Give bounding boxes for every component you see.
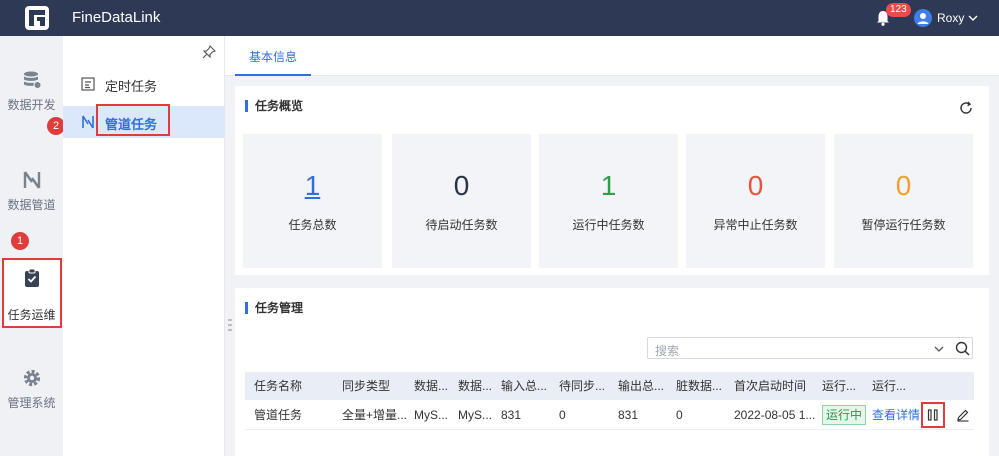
nav-item-label: 管理系统	[7, 396, 56, 410]
run-status-cell: 运行中	[822, 400, 868, 430]
secondary-nav: 定时任务 管道任务	[63, 36, 225, 456]
column-header: 运行...	[872, 379, 907, 393]
user-name[interactable]: Roxy	[937, 11, 964, 25]
table-header: 任务名称 同步类型 数据... 数据... 输入总... 待同步... 输出总.…	[245, 372, 974, 400]
column-header: 输出总...	[618, 379, 665, 393]
stat-aborted-tasks: 0 异常中止任务数	[686, 134, 825, 268]
source-cell: MyS...	[414, 408, 449, 422]
nav-item-data-development[interactable]: 数据开发	[0, 70, 63, 113]
column-header: 待同步...	[559, 379, 606, 393]
column-header: 运行...	[822, 379, 857, 393]
stat-total-tasks: 1 任务总数	[243, 134, 382, 268]
subnav-item-label: 定时任务	[105, 79, 158, 94]
pin-icon[interactable]	[202, 45, 216, 59]
subnav-highlight	[96, 104, 170, 136]
stat-value[interactable]: 1	[243, 170, 382, 202]
avatar[interactable]	[914, 9, 932, 27]
input-total-cell: 831	[501, 408, 522, 422]
view-details-link[interactable]: 查看详情	[872, 400, 920, 430]
search-icon[interactable]	[955, 341, 970, 356]
task-management-card: 任务管理 搜索 任务名称 同步类型 数据... 数据... 输入总... 待同步…	[235, 288, 989, 456]
nav-item-label: 任务运维	[7, 308, 56, 322]
search-box[interactable]: 搜索	[647, 337, 973, 359]
nav-item-management-system[interactable]: 管理系统	[0, 368, 63, 411]
overview-title: 任务概览	[245, 100, 303, 112]
stat-paused-tasks: 0 暂停运行任务数	[834, 134, 973, 268]
stat-running-tasks: 1 运行中任务数	[539, 134, 678, 268]
output-total-cell: 831	[618, 408, 639, 422]
primary-nav: 数据开发 数据管道 任务运维 管理系统	[0, 36, 63, 456]
search-input[interactable]: 搜索	[655, 342, 679, 359]
chevron-down-icon[interactable]	[967, 12, 979, 24]
app-title: FineDataLink	[72, 9, 161, 26]
top-bar: FineDataLink 123 Roxy	[0, 0, 999, 36]
notification-badge: 123	[886, 3, 911, 17]
drag-handle-icon[interactable]	[228, 318, 232, 332]
tab-bar: 基本信息	[225, 36, 999, 76]
nav-item-label: 数据开发	[7, 98, 56, 112]
stat-label: 异常中止任务数	[713, 218, 798, 232]
chevron-down-icon[interactable]	[933, 343, 945, 355]
pipeline-icon	[23, 171, 40, 189]
task-overview-card: 任务概览 1 任务总数 0 待启动任务数 1 运行中任务数 0 异常中止任务数 …	[235, 86, 989, 275]
refresh-icon[interactable]	[959, 101, 973, 115]
schedule-icon	[81, 77, 95, 91]
tab-basic-info[interactable]: 基本信息	[235, 36, 312, 76]
column-header: 同步类型	[342, 379, 391, 393]
stat-label: 任务总数	[288, 218, 337, 232]
first-start-time-cell: 2022-08-05 1...	[734, 408, 816, 422]
target-cell: MyS...	[458, 408, 493, 422]
subnav-item-scheduled-tasks[interactable]: 定时任务	[63, 68, 225, 100]
column-header: 任务名称	[254, 379, 303, 393]
stat-value: 0	[895, 170, 912, 201]
pause-button[interactable]	[921, 402, 945, 428]
column-header: 脏数据...	[676, 379, 723, 393]
pipeline-icon	[82, 115, 94, 129]
edit-icon[interactable]	[956, 408, 970, 422]
database-icon	[23, 71, 41, 89]
nav-item-label: 数据管道	[7, 198, 56, 212]
stat-value: 0	[453, 170, 470, 201]
column-header: 数据...	[458, 379, 493, 393]
table-row[interactable]: 管道任务 全量+增量... MyS... MyS... 831 0 831 0 …	[245, 400, 974, 430]
app-logo[interactable]	[25, 6, 49, 30]
stat-pending-tasks: 0 待启动任务数	[392, 134, 531, 268]
user-icon	[917, 13, 929, 24]
column-header: 数据...	[414, 379, 449, 393]
dirty-data-cell: 0	[676, 408, 683, 422]
task-name-cell: 管道任务	[254, 408, 303, 422]
status-badge: 运行中	[822, 405, 867, 425]
gear-icon	[23, 369, 40, 387]
nav-item-task-ops[interactable]: 任务运维	[0, 268, 63, 323]
stat-value: 1	[600, 170, 617, 201]
management-title: 任务管理	[245, 302, 303, 314]
step-marker-1: 1	[11, 232, 29, 250]
stat-label: 待启动任务数	[425, 218, 498, 232]
column-header: 首次启动时间	[734, 379, 807, 393]
stat-label: 运行中任务数	[572, 218, 645, 232]
nav-item-data-pipeline[interactable]: 数据管道	[0, 170, 63, 213]
pause-icon	[927, 409, 938, 421]
sync-type-cell: 全量+增量...	[342, 408, 407, 422]
stat-value: 0	[747, 170, 764, 201]
pending-sync-cell: 0	[559, 408, 566, 422]
stat-label: 暂停运行任务数	[861, 218, 946, 232]
column-header: 输入总...	[501, 379, 548, 393]
clipboard-check-icon	[24, 268, 39, 287]
